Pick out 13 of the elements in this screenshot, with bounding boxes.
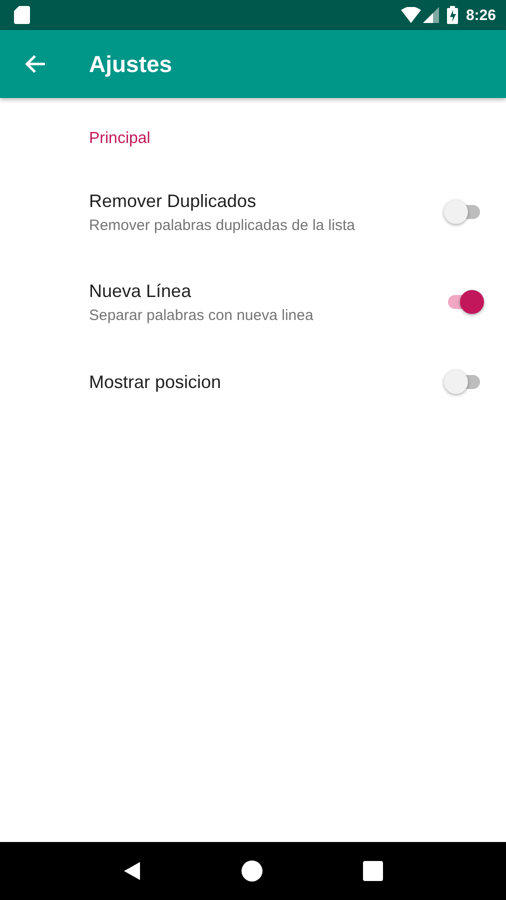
home-nav-button[interactable] — [241, 860, 263, 882]
status-time: 8:26 — [466, 6, 496, 24]
sd-card-icon — [14, 6, 30, 24]
setting-title: Remover Duplicados — [89, 190, 256, 212]
battery-charging-icon — [446, 6, 458, 24]
setting-summary: Remover palabras duplicadas de la lista — [89, 216, 355, 234]
setting-summary: Separar palabras con nueva linea — [89, 306, 314, 324]
screen-title: Ajustes — [89, 50, 172, 78]
setting-title: Nueva Línea — [89, 280, 192, 302]
setting-title: Mostrar posicion — [89, 372, 222, 392]
back-nav-button[interactable] — [123, 861, 141, 881]
section-header: Principal — [89, 130, 150, 149]
signal-icon — [422, 7, 439, 23]
